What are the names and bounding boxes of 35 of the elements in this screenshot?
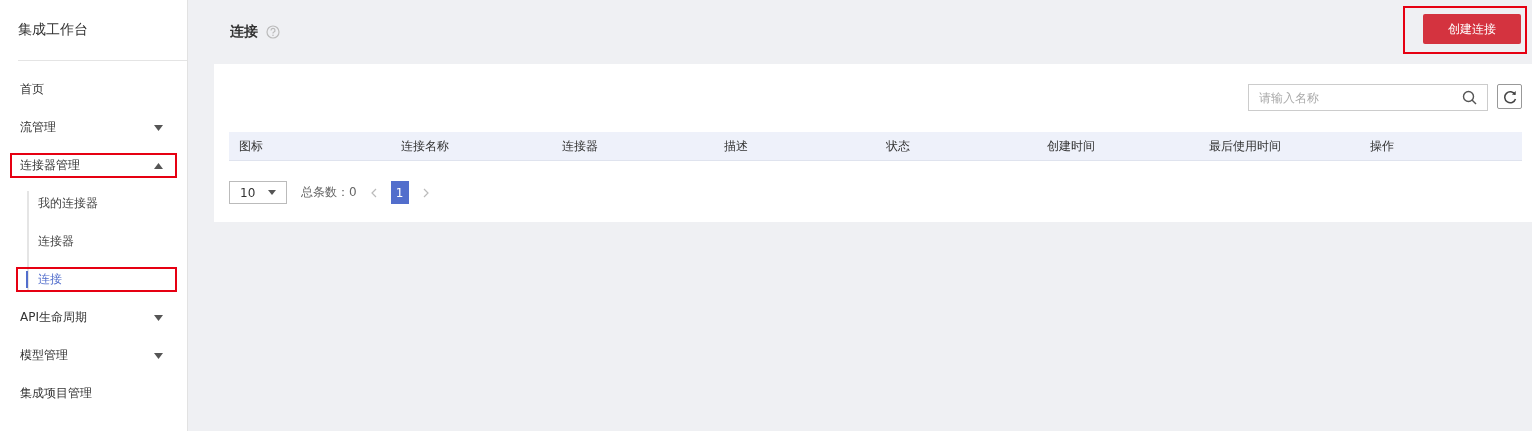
column-header: 状态	[885, 137, 910, 155]
column-header: 创建时间	[1047, 137, 1096, 155]
sidebar-item[interactable]: 首页	[10, 77, 177, 102]
caret-icon	[154, 124, 163, 131]
create-button[interactable]: 创建连接	[1423, 14, 1521, 44]
sidebar-item[interactable]: API生命周期	[10, 305, 177, 330]
sidebar-subitem[interactable]: 我的连接器	[16, 191, 177, 216]
search-icon	[1462, 90, 1477, 105]
sidebar-item[interactable]: 集成项目管理	[10, 381, 177, 406]
refresh-icon	[1502, 89, 1517, 104]
column-header: 最后使用时间	[1208, 137, 1281, 155]
refresh-button[interactable]	[1497, 84, 1522, 109]
page-button[interactable]: 1	[390, 181, 409, 204]
caret-icon	[154, 314, 163, 321]
caret-icon	[154, 162, 163, 169]
column-header: 描述	[723, 137, 748, 155]
previous-page-icon[interactable]	[370, 187, 377, 198]
page-title: 连接	[230, 23, 258, 41]
sidebar-title: 集成工作台	[17, 20, 89, 39]
sidebar-item[interactable]: 流管理	[10, 115, 177, 140]
column-header: 操作	[1370, 137, 1395, 155]
help-icon	[266, 25, 280, 39]
search-field[interactable]: 请输入名称	[1248, 84, 1488, 111]
page-size-select[interactable]: 10	[229, 181, 287, 204]
column-header: 连接名称	[400, 137, 449, 155]
caret-icon	[268, 190, 276, 195]
sidebar-item[interactable]: 连接器管理	[10, 153, 177, 178]
sidebar-subitem[interactable]: 连接器	[16, 229, 177, 254]
total-count: 总条数：0	[301, 184, 357, 201]
column-header: 图标	[239, 137, 263, 155]
sidebar-item[interactable]: 模型管理	[10, 343, 177, 368]
sidebar-subitem[interactable]: 连接	[16, 267, 177, 292]
column-header: 连接器	[562, 137, 599, 155]
caret-icon	[154, 352, 163, 359]
next-page-icon[interactable]	[422, 187, 429, 198]
